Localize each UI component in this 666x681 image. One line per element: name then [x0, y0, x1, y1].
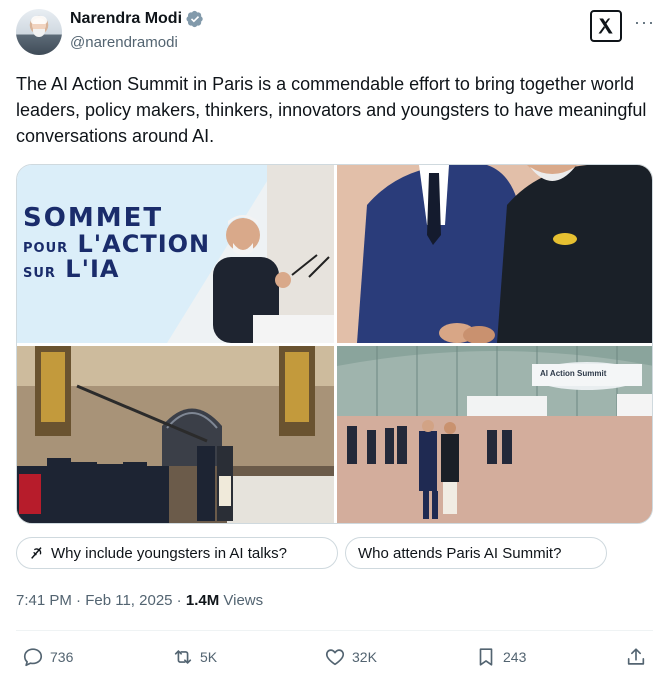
share-button[interactable]: [625, 646, 647, 668]
ai-action-summit-sign: AI Action Summit: [540, 369, 607, 378]
like-count: 32K: [352, 649, 377, 665]
photo-walk-grand-palais[interactable]: AI Action Summit: [337, 346, 652, 523]
avatar-beard: [33, 29, 45, 37]
sign-line-3-main: L'IA: [65, 255, 120, 284]
more-options-icon[interactable]: ···: [634, 12, 655, 32]
photo-grid: SOMMET POUR L'ACTION SUR L'IA AI Action …: [16, 164, 653, 524]
heart-icon: [325, 649, 345, 666]
views-label: Views: [219, 592, 264, 609]
x-logo-icon[interactable]: [590, 10, 622, 42]
views-count: 1.4M: [185, 592, 220, 609]
avatar[interactable]: [16, 9, 62, 55]
avatar-hair: [31, 16, 47, 24]
author-display-name[interactable]: Narendra Modi: [70, 10, 182, 28]
author-handle[interactable]: @narendramodi: [70, 34, 178, 51]
photo-speaker-at-podium[interactable]: SOMMET POUR L'ACTION SUR L'IA: [17, 165, 334, 343]
reply-icon: [23, 648, 43, 667]
retweet-icon: [174, 650, 192, 664]
reply-count: 736: [50, 649, 74, 665]
tweet-text: The AI Action Summit in Paris is a comme…: [16, 74, 647, 146]
share-icon: [627, 648, 645, 665]
reply-button[interactable]: 736: [22, 646, 73, 668]
divider: [16, 630, 653, 631]
suggestion-label-1: Why include youngsters in AI talks?: [51, 544, 287, 562]
bookmark-icon: [479, 648, 493, 666]
tweet-time[interactable]: 7:41 PM: [16, 592, 72, 609]
photo-hall-audience[interactable]: [17, 346, 334, 523]
photo-handshake[interactable]: [337, 165, 652, 343]
like-button[interactable]: 32K: [324, 646, 377, 668]
bookmark-button[interactable]: 243: [475, 646, 526, 668]
meta-separator: ·: [71, 592, 86, 609]
tweet-date[interactable]: Feb 11, 2025: [85, 592, 172, 609]
suggestion-chip-youngsters[interactable]: Why include youngsters in AI talks?: [16, 537, 338, 569]
suggestion-label-2: Who attends Paris AI Summit?: [358, 544, 562, 562]
sign-line-2: POUR L'ACTION: [23, 232, 210, 257]
tweet-card: Narendra Modi @narendramodi ··· The AI A…: [0, 0, 666, 681]
retweet-count: 5K: [200, 649, 218, 665]
suggestion-chip-attendees[interactable]: Who attends Paris AI Summit?: [345, 537, 607, 569]
grok-icon: [31, 547, 42, 559]
retweet-button[interactable]: 5K: [172, 646, 217, 668]
meta-separator-2: ·: [172, 592, 186, 609]
summit-sign-text: SOMMET POUR L'ACTION SUR L'IA: [23, 203, 210, 283]
tweet-meta: 7:41 PM · Feb 11, 2025 · 1.4M Views: [16, 592, 263, 609]
sign-line-2-main: L'ACTION: [77, 230, 211, 259]
sign-line-2-small: POUR: [23, 241, 69, 257]
sign-line-3: SUR L'IA: [23, 257, 210, 282]
sign-line-3-small: SUR: [23, 266, 56, 282]
author-name-row: Narendra Modi: [70, 10, 204, 28]
sign-line-1: SOMMET: [23, 203, 164, 233]
bookmark-count: 243: [503, 649, 527, 665]
verified-badge-icon: [186, 10, 204, 28]
